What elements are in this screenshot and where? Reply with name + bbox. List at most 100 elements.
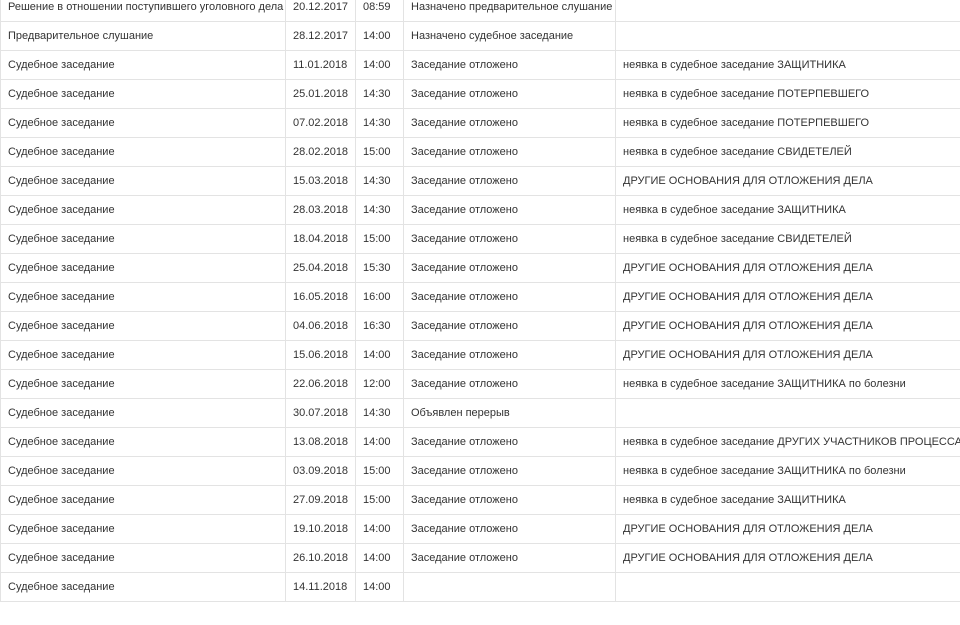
table-row: Судебное заседание 22.06.2018 12:00 Заседан…: [0, 369, 960, 399]
event-date-cell: 28.02.2018: [285, 137, 356, 167]
event-reason-cell: [615, 572, 960, 602]
event-result-cell: Заседание отложено: [403, 543, 616, 573]
event-time-cell: 15:00: [355, 485, 404, 515]
table-row: Судебное заседание 30.07.2018 14:30 Объявле…: [0, 398, 960, 428]
event-time-cell: 15:00: [355, 456, 404, 486]
event-result-cell: Назначено судебное заседание: [403, 21, 616, 51]
table-row: Судебное заседание 25.01.2018 14:30 Заседан…: [0, 79, 960, 109]
event-time-cell: 14:30: [355, 166, 404, 196]
event-time-cell: 14:00: [355, 543, 404, 573]
event-date-cell: 25.01.2018: [285, 79, 356, 109]
table-row: Решение в отношении поступившего уголовн…: [0, 0, 960, 22]
event-result-cell: Заседание отложено: [403, 137, 616, 167]
event-result-cell: Заседание отложено: [403, 311, 616, 341]
event-time-cell: 12:00: [355, 369, 404, 399]
event-reason-cell: [615, 0, 960, 22]
event-time-cell: 14:30: [355, 195, 404, 225]
event-name-cell: Судебное заседание: [0, 195, 286, 225]
event-reason-cell: ДРУГИЕ ОСНОВАНИЯ ДЛЯ ОТЛОЖЕНИЯ ДЕЛА: [615, 543, 960, 573]
event-name-cell: Судебное заседание: [0, 369, 286, 399]
event-time-cell: 15:00: [355, 137, 404, 167]
table-row: Судебное заседание 15.06.2018 14:00 Заседан…: [0, 340, 960, 370]
table-row: Судебное заседание 03.09.2018 15:00 Заседан…: [0, 456, 960, 486]
event-date-cell: 20.12.2017: [285, 0, 356, 22]
event-reason-cell: ДРУГИЕ ОСНОВАНИЯ ДЛЯ ОТЛОЖЕНИЯ ДЕЛА: [615, 253, 960, 283]
event-reason-cell: ДРУГИЕ ОСНОВАНИЯ ДЛЯ ОТЛОЖЕНИЯ ДЕЛА: [615, 282, 960, 312]
event-reason-cell: неявка в судебное заседание ДРУГИХ УЧАСТ…: [615, 427, 960, 457]
event-result-cell: Заседание отложено: [403, 224, 616, 254]
event-reason-cell: неявка в судебное заседание ЗАЩИТНИКА по…: [615, 456, 960, 486]
table-row: Судебное заседание 07.02.2018 14:30 Заседан…: [0, 108, 960, 138]
event-name-cell: Судебное заседание: [0, 340, 286, 370]
event-date-cell: 15.03.2018: [285, 166, 356, 196]
table-row: Судебное заседание 14.11.2018 14:00: [0, 572, 960, 602]
event-reason-cell: неявка в судебное заседание ПОТЕРПЕВШЕГО: [615, 79, 960, 109]
event-result-cell: Заседание отложено: [403, 427, 616, 457]
event-time-cell: 14:00: [355, 572, 404, 602]
event-reason-cell: ДРУГИЕ ОСНОВАНИЯ ДЛЯ ОТЛОЖЕНИЯ ДЕЛА: [615, 166, 960, 196]
event-result-cell: Заседание отложено: [403, 282, 616, 312]
event-name-cell: Судебное заседание: [0, 137, 286, 167]
event-result-cell: Заседание отложено: [403, 253, 616, 283]
event-time-cell: 14:00: [355, 21, 404, 51]
event-name-cell: Судебное заседание: [0, 514, 286, 544]
event-time-cell: 14:00: [355, 427, 404, 457]
event-result-cell: Назначено предварительное слушание: [403, 0, 616, 22]
event-date-cell: 27.09.2018: [285, 485, 356, 515]
event-reason-cell: неявка в судебное заседание ПОТЕРПЕВШЕГО: [615, 108, 960, 138]
event-reason-cell: неявка в судебное заседание ЗАЩИТНИКА: [615, 195, 960, 225]
event-time-cell: 15:00: [355, 224, 404, 254]
event-date-cell: 19.10.2018: [285, 514, 356, 544]
event-name-cell: Судебное заседание: [0, 50, 286, 80]
event-reason-cell: ДРУГИЕ ОСНОВАНИЯ ДЛЯ ОТЛОЖЕНИЯ ДЕЛА: [615, 311, 960, 341]
case-events-body: Решение в отношении поступившего уголовн…: [0, 0, 960, 602]
event-result-cell: Заседание отложено: [403, 456, 616, 486]
event-result-cell: Заседание отложено: [403, 514, 616, 544]
event-result-cell: Заседание отложено: [403, 485, 616, 515]
event-date-cell: 13.08.2018: [285, 427, 356, 457]
event-name-cell: Судебное заседание: [0, 543, 286, 573]
event-time-cell: 08:59: [355, 0, 404, 22]
table-row: Судебное заседание 11.01.2018 14:00 Заседан…: [0, 50, 960, 80]
event-name-cell: Судебное заседание: [0, 311, 286, 341]
table-row: Судебное заседание 27.09.2018 15:00 Заседан…: [0, 485, 960, 515]
event-result-cell: Заседание отложено: [403, 79, 616, 109]
event-reason-cell: [615, 21, 960, 51]
event-result-cell: Заседание отложено: [403, 340, 616, 370]
event-result-cell: [403, 572, 616, 602]
event-name-cell: Судебное заседание: [0, 572, 286, 602]
event-result-cell: Заседание отложено: [403, 195, 616, 225]
table-row: Судебное заседание 26.10.2018 14:00 Заседан…: [0, 543, 960, 573]
event-date-cell: 04.06.2018: [285, 311, 356, 341]
table-row: Судебное заседание 13.08.2018 14:00 Заседан…: [0, 427, 960, 457]
event-result-cell: Заседание отложено: [403, 166, 616, 196]
event-result-cell: Заседание отложено: [403, 108, 616, 138]
event-time-cell: 14:30: [355, 108, 404, 138]
event-date-cell: 07.02.2018: [285, 108, 356, 138]
event-time-cell: 14:00: [355, 340, 404, 370]
event-name-cell: Судебное заседание: [0, 79, 286, 109]
event-name-cell: Судебное заседание: [0, 282, 286, 312]
event-result-cell: Объявлен перерыв: [403, 398, 616, 428]
event-time-cell: 16:00: [355, 282, 404, 312]
event-name-cell: Судебное заседание: [0, 427, 286, 457]
event-date-cell: 15.06.2018: [285, 340, 356, 370]
table-row: Судебное заседание 25.04.2018 15:30 Заседан…: [0, 253, 960, 283]
event-date-cell: 14.11.2018: [285, 572, 356, 602]
event-name-cell: Судебное заседание: [0, 485, 286, 515]
event-name-cell: Судебное заседание: [0, 398, 286, 428]
event-name-cell: Судебное заседание: [0, 166, 286, 196]
event-name-cell: Судебное заседание: [0, 253, 286, 283]
event-reason-cell: неявка в судебное заседание ЗАЩИТНИКА по…: [615, 369, 960, 399]
event-reason-cell: неявка в судебное заседание СВИДЕТЕЛЕЙ: [615, 137, 960, 167]
event-time-cell: 15:30: [355, 253, 404, 283]
event-date-cell: 18.04.2018: [285, 224, 356, 254]
event-name-cell: Судебное заседание: [0, 108, 286, 138]
event-time-cell: 16:30: [355, 311, 404, 341]
event-time-cell: 14:00: [355, 50, 404, 80]
event-date-cell: 26.10.2018: [285, 543, 356, 573]
case-events-table: Решение в отношении поступившего уголовн…: [0, 0, 960, 602]
event-date-cell: 28.12.2017: [285, 21, 356, 51]
table-row: Судебное заседание 28.03.2018 14:30 Заседан…: [0, 195, 960, 225]
event-name-cell: Судебное заседание: [0, 456, 286, 486]
